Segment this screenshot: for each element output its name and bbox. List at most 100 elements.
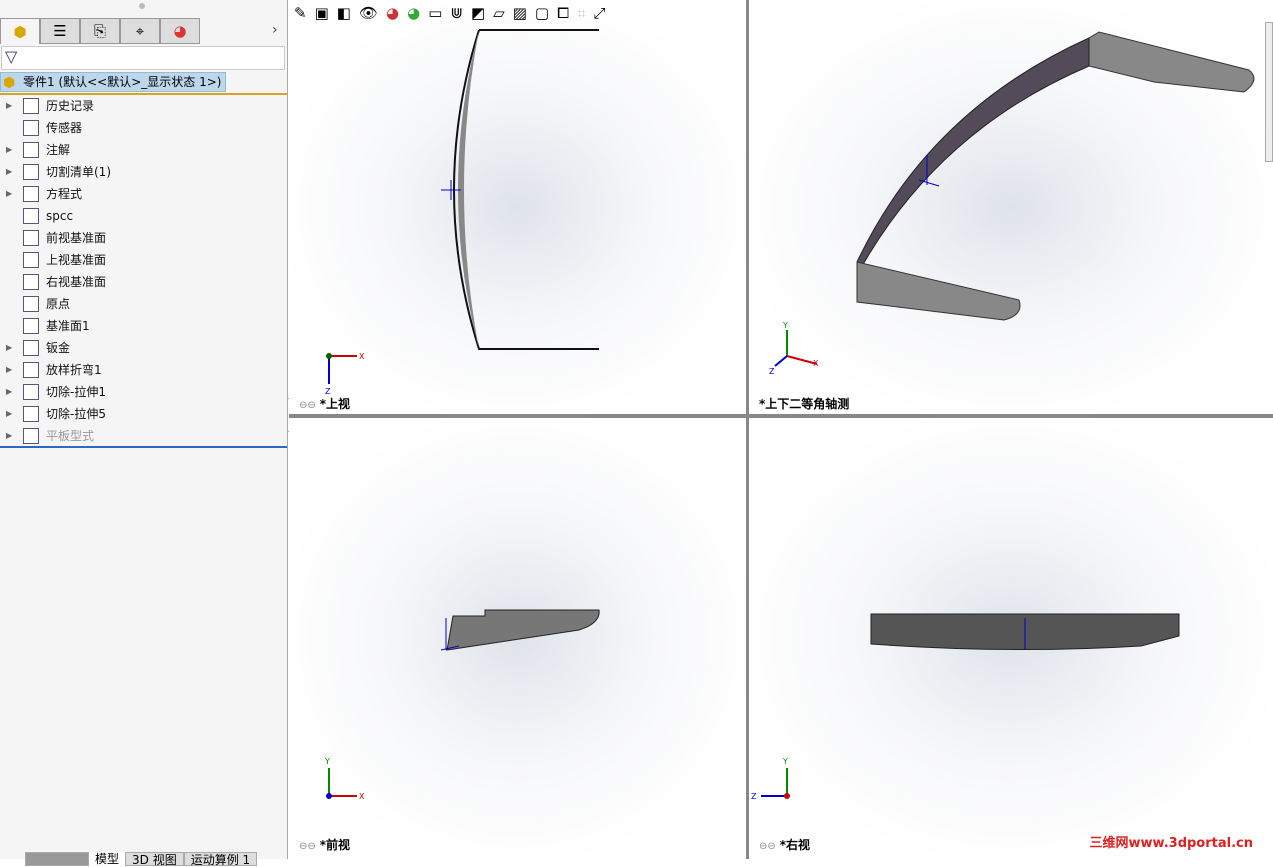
chevron-right-icon[interactable]: ›: [272, 22, 278, 38]
feature-tree: ▶ 历史记录 传感器 ▶ 注解 ▶ 切割清单(1) ▶ 方程式 spcc 前视基准面 上视基准面 右视基…: [0, 95, 287, 447]
tree-root-part[interactable]: ⬢ 零件1 (默认<<默认>_显示状态 1>): [0, 72, 227, 92]
viewport-label: ⊖⊖ *上视: [299, 395, 350, 412]
tree-item-label: 注解: [46, 143, 71, 157]
tree-item[interactable]: ▶ 切除-拉伸1: [0, 381, 287, 403]
view-name: *上下二等角轴测: [759, 397, 850, 411]
tab-motion-study[interactable]: 运动算例 1: [183, 852, 258, 867]
tree-item-label: 切除-拉伸5: [46, 407, 106, 421]
plane-icon: [23, 230, 39, 246]
tree-item-label: 切割清单(1): [46, 165, 111, 179]
link-icon: ⊖⊖: [759, 841, 776, 852]
frame-icon[interactable]: ▢: [535, 4, 549, 22]
tab-feature-manager[interactable]: ⬢: [0, 18, 40, 44]
tree-item[interactable]: 传感器: [0, 117, 287, 139]
zoom-to-fit-icon[interactable]: ✎: [294, 4, 307, 22]
equation-icon: [23, 186, 39, 202]
svg-text:Y: Y: [324, 757, 330, 766]
tree-item[interactable]: ▶ 放样折弯1: [0, 359, 287, 381]
tab-dimxpert-manager[interactable]: ⌖: [120, 18, 160, 44]
svg-text:Z: Z: [751, 792, 757, 801]
appearance-icon: ◕: [173, 22, 187, 40]
config-icon: ⎘: [93, 22, 106, 40]
view-name: *上视: [319, 397, 351, 411]
tree-item[interactable]: ▶ 注解: [0, 139, 287, 161]
svg-text:X: X: [359, 792, 365, 801]
part-icon: ⬢: [13, 22, 27, 41]
annotation-icon: [23, 142, 39, 158]
viewport-front[interactable]: YX ⊖⊖ *前视: [289, 418, 746, 855]
viewport-splitter-vertical[interactable]: [746, 0, 749, 859]
tree-item[interactable]: ▶ 切割清单(1): [0, 161, 287, 183]
expand-arrow-icon[interactable]: ▶: [6, 381, 12, 403]
expand-arrow-icon[interactable]: ▶: [6, 337, 12, 359]
rollback-bar[interactable]: [0, 446, 287, 448]
flatten-icon[interactable]: ◩: [471, 4, 485, 22]
bottom-tabs: 模型 3D 视图 运动算例 1: [25, 852, 258, 867]
filter-icon: ▽: [5, 47, 18, 66]
tree-item[interactable]: ▶ 方程式: [0, 183, 287, 205]
tree-item[interactable]: ▶ 钣金: [0, 337, 287, 359]
panel-grip[interactable]: [139, 3, 145, 9]
viewport-top[interactable]: XZ ⊖⊖ *上视: [289, 0, 746, 414]
sheet-metal-icon[interactable]: ⋓: [450, 4, 463, 22]
sheetmetal-icon: [23, 340, 39, 356]
tree-item-label: 上视基准面: [46, 253, 107, 267]
expand-arrow-icon[interactable]: ▶: [6, 183, 12, 205]
tab-3d-views[interactable]: 3D 视图: [125, 852, 184, 867]
section-view-icon[interactable]: ▣: [315, 4, 329, 22]
expand-arrow-icon[interactable]: ▶: [6, 359, 12, 381]
tab-property-manager[interactable]: ☰: [40, 18, 80, 44]
plane-icon: [23, 318, 39, 334]
task-pane-tabs[interactable]: [1265, 22, 1273, 162]
hide-show-icon[interactable]: 👁: [359, 4, 378, 22]
tree-item-label: 钣金: [46, 341, 71, 355]
tree-item[interactable]: 前视基准面: [0, 227, 287, 249]
expand-arrow-icon[interactable]: ▶: [6, 95, 12, 117]
history-icon: [23, 98, 39, 114]
unfold-icon[interactable]: ▱: [493, 4, 505, 22]
svg-text:X: X: [359, 352, 365, 361]
cut-extrude-icon: [23, 384, 39, 400]
feature-manager-panel: ⬢ ☰ ⎘ ⌖ ◕ › ▽ ⬢ 零件1 (默认<<默认>_显示状态 1>) ▶ 历史…: [0, 0, 288, 867]
link-icon: ⊖⊖: [299, 841, 316, 852]
viewport-right[interactable]: YZ ⊖⊖ *右视 三维网www.3dportal.cn: [749, 418, 1273, 855]
apply-scene-icon[interactable]: ◕: [407, 4, 420, 22]
expand-arrow-icon[interactable]: ▶: [6, 139, 12, 161]
viewport-splitter-horizontal[interactable]: [289, 414, 1273, 418]
tree-item[interactable]: ▶ 切除-拉伸5: [0, 403, 287, 425]
tab-configuration-manager[interactable]: ⎘: [80, 18, 120, 44]
tree-item[interactable]: ▶ 历史记录: [0, 95, 287, 117]
tree-item[interactable]: spcc: [0, 205, 287, 227]
tree-item[interactable]: 右视基准面: [0, 271, 287, 293]
tree-item[interactable]: 基准面1: [0, 315, 287, 337]
expand-arrow-icon[interactable]: ▶: [6, 403, 12, 425]
lofted-bend-icon: [23, 362, 39, 378]
heads-up-toolbar: ✎ ▣ ◧ 👁 ◕ ◕ ▭ ⋓ ◩ ▱ ▨ ▢ ⧠ ⌗ ⤢: [290, 0, 606, 26]
tree-item[interactable]: ▶ 平板型式: [0, 425, 287, 447]
split-icon[interactable]: ⧠: [557, 4, 569, 22]
view-settings-icon[interactable]: ▭: [428, 4, 442, 22]
tree-item-label: 右视基准面: [46, 275, 107, 289]
cutlist-icon: [23, 164, 39, 180]
expand-arrow-icon[interactable]: ▶: [6, 161, 12, 183]
filter-input[interactable]: ▽: [1, 46, 285, 70]
expand-icon[interactable]: ⤢: [594, 4, 606, 22]
cube-icon[interactable]: ▨: [513, 4, 527, 22]
grid-icon[interactable]: ⌗: [577, 4, 585, 22]
viewport-isometric[interactable]: Y X Z *上下二等角轴测: [749, 0, 1273, 414]
crosshair-icon: ⌖: [135, 22, 145, 40]
tab-display-manager[interactable]: ◕: [160, 18, 200, 44]
origin-icon: [23, 296, 39, 312]
front-view-model: YX: [324, 609, 600, 801]
view-orientation-icon[interactable]: ◧: [337, 4, 351, 22]
tab-model[interactable]: 模型: [89, 852, 126, 866]
edit-appearance-icon[interactable]: ◕: [386, 4, 399, 22]
tree-item[interactable]: 原点: [0, 293, 287, 315]
cut-extrude-icon: [23, 406, 39, 422]
expand-arrow-icon[interactable]: ▶: [6, 425, 12, 447]
tree-item[interactable]: 上视基准面: [0, 249, 287, 271]
tab-scroll-buttons[interactable]: [25, 852, 89, 866]
viewport-label: ⊖⊖ *右视: [759, 836, 810, 853]
part-icon: ⬢: [3, 75, 16, 91]
right-view-model: YZ: [751, 613, 1180, 801]
